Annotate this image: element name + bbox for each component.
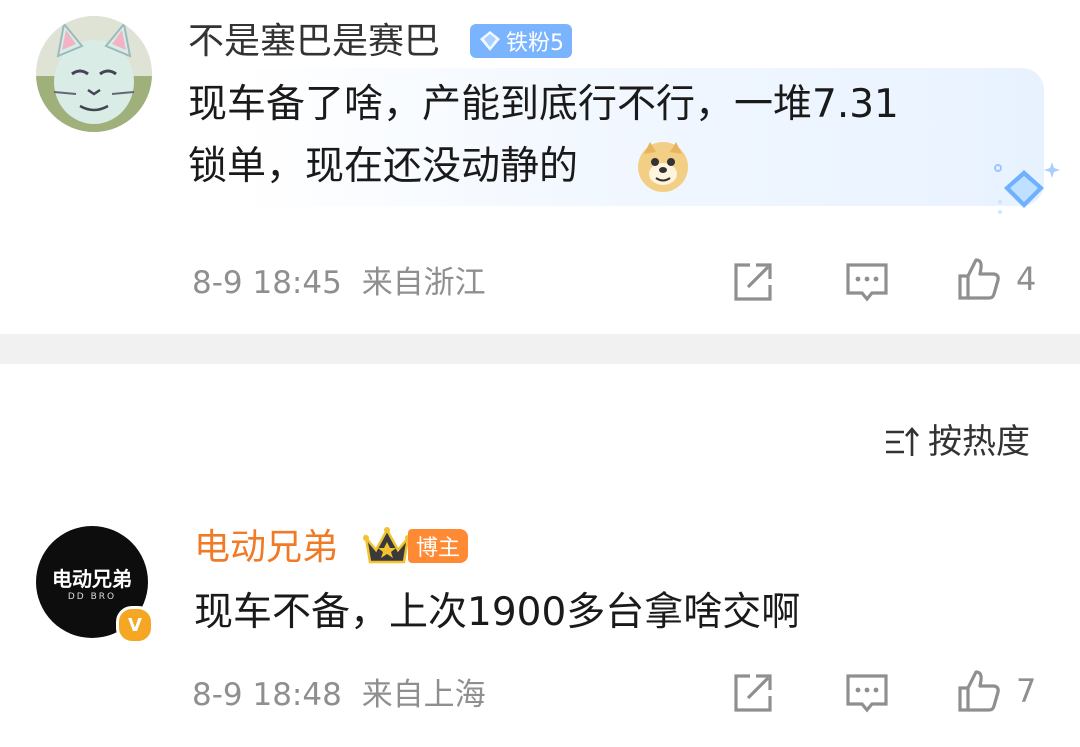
avatar-logo-subtext: DD BRO [67,591,117,602]
share-button[interactable] [730,670,776,720]
comment-icon [846,263,888,302]
diamond-icon [480,31,500,51]
section-divider [0,334,1080,364]
comment-time: 8-9 18:45 来自浙江 [192,263,486,303]
share-icon [734,263,772,301]
fan-level-badge: 铁粉5 [470,24,572,58]
share-button[interactable] [730,259,776,309]
crown-icon [362,524,412,568]
avatar-logo-text: 电动兄弟 [52,566,132,591]
avatar[interactable]: 电动兄弟 DD BRO V [36,526,154,644]
comment-text-line2: 锁单，现在还没动静的 [188,144,579,189]
badge-label: 博主 [416,536,461,561]
like-button[interactable]: 4 [956,256,1036,302]
sort-button[interactable]: 按热度 [884,420,1030,464]
comment-icon [846,674,888,713]
like-count: 4 [1016,260,1037,298]
location: 来自浙江 [361,265,486,301]
like-count: 7 [1016,672,1037,710]
cat-avatar-image [36,16,152,132]
comment-text: 现车不备，上次1900多台拿啥交啊 [194,590,801,635]
thumbs-up-icon [958,670,1000,712]
verified-badge-icon: V [116,606,154,644]
comment-time: 8-9 18:48 来自上海 [192,675,486,715]
time: 8-9 18:48 [192,677,342,713]
location: 来自上海 [361,677,486,713]
doge-emoji [636,140,690,194]
blogger-badge: 博主 [408,529,469,563]
username[interactable]: 不是塞巴是赛巴 [188,20,440,64]
sort-label: 按热度 [928,422,1030,462]
diamond-decoration-icon [990,158,1060,218]
avatar[interactable] [36,16,152,132]
comment-button[interactable] [844,670,890,720]
username[interactable]: 电动兄弟 [194,526,338,570]
comment-text-line1: 现车备了啥，产能到底行不行，一堆7.31 [188,82,899,127]
sort-icon [886,427,919,456]
badge-label: 铁粉5 [506,31,564,56]
like-button[interactable]: 7 [956,668,1036,714]
share-icon [734,674,772,712]
comment-button[interactable] [844,259,890,309]
time: 8-9 18:45 [192,265,342,301]
thumbs-up-icon [958,258,1000,300]
